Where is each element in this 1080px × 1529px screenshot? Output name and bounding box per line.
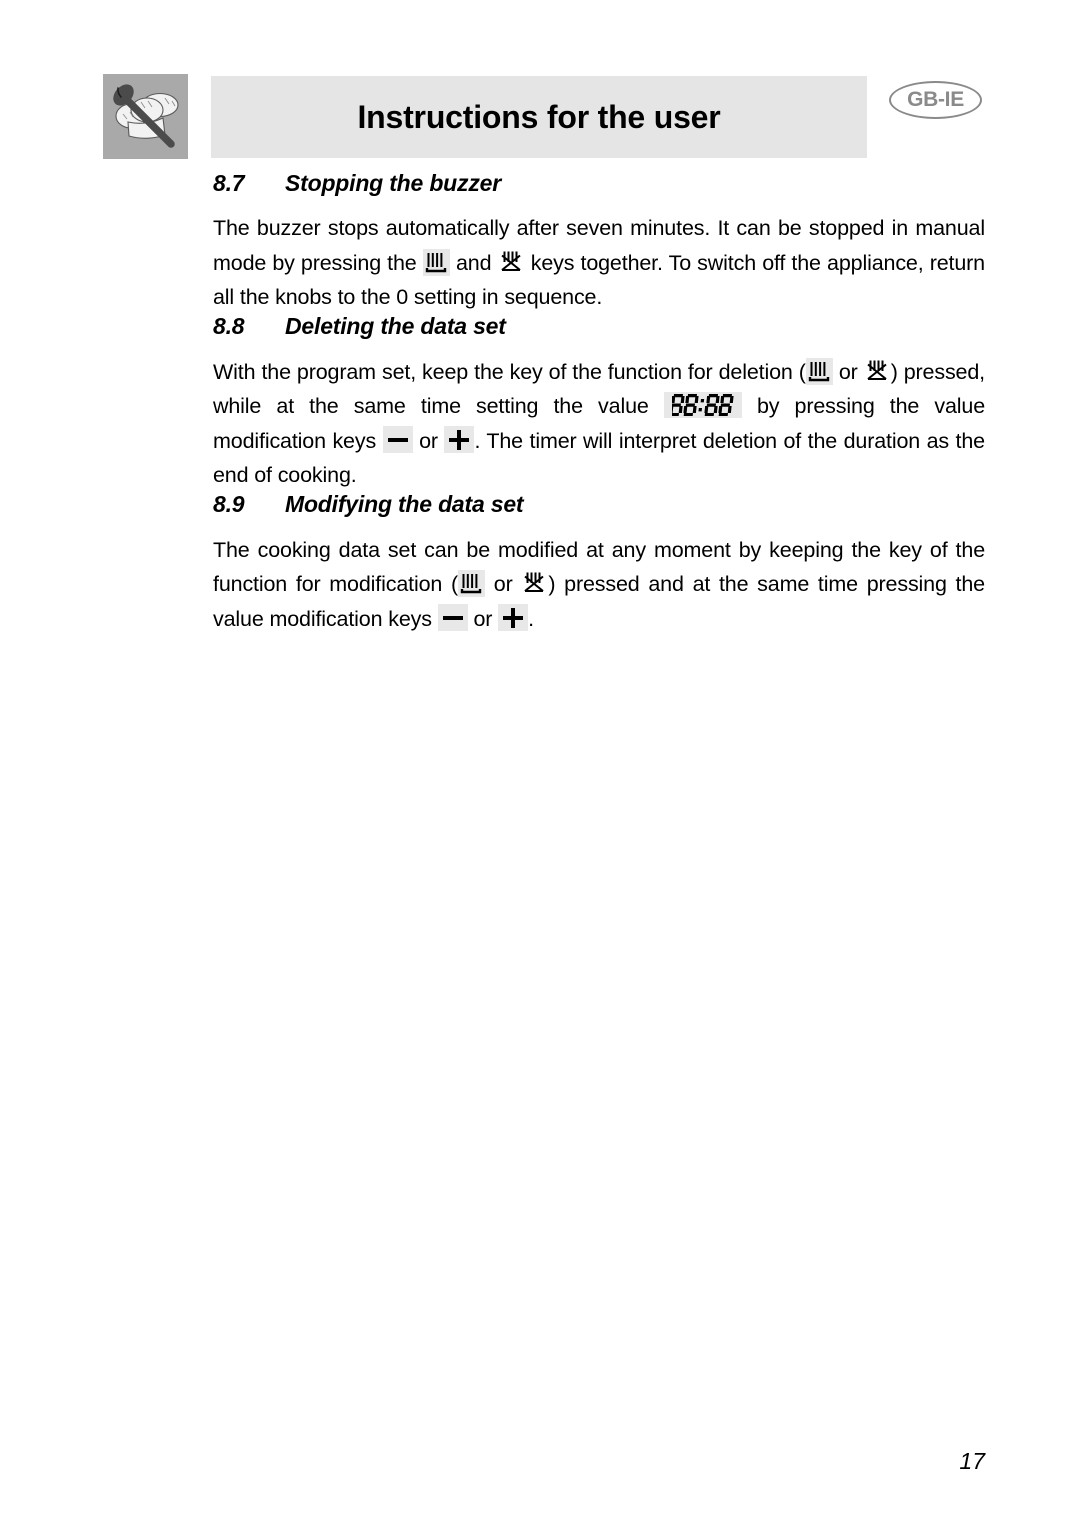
section-title-8-7: Stopping the buzzer bbox=[285, 170, 501, 196]
page-title: Instructions for the user bbox=[357, 99, 721, 135]
section-body-8-7: The buzzer stops automatically after sev… bbox=[213, 211, 985, 315]
minus-key-icon bbox=[382, 425, 413, 453]
section-body-8-9: The cooking data set can be modified at … bbox=[213, 533, 985, 637]
section-heading-8-8: 8.8 Deleting the data set bbox=[213, 312, 985, 339]
bottom-heating-element-icon bbox=[422, 248, 450, 276]
section-heading-8-7: 8.7 Stopping the buzzer bbox=[213, 172, 985, 195]
body-text-run: or bbox=[467, 606, 499, 631]
body-text-run: or bbox=[832, 359, 864, 384]
bottom-heating-element-icon bbox=[805, 357, 833, 385]
section-heading-8-9: 8.9 Modifying the data set bbox=[213, 490, 985, 517]
fan-grill-element-icon bbox=[498, 249, 525, 276]
page-number: 17 bbox=[959, 1448, 985, 1474]
body-text-run: . bbox=[528, 606, 534, 631]
header-title-bar: Instructions for the user bbox=[211, 76, 867, 158]
plus-key-icon bbox=[444, 425, 475, 453]
body-text-run: or bbox=[485, 572, 522, 596]
bottom-heating-element-icon bbox=[458, 570, 485, 597]
lcd-timer-display bbox=[663, 392, 742, 418]
plus-key-icon bbox=[498, 603, 529, 631]
language-badge: GB-IE bbox=[889, 81, 984, 121]
section-number-8-9: 8.9 bbox=[213, 490, 245, 517]
minus-key-icon bbox=[437, 603, 468, 631]
page-header: Instructions for the user GB-IE bbox=[0, 0, 1080, 175]
body-text-run: and bbox=[449, 250, 498, 275]
fan-grill-element-icon bbox=[864, 358, 891, 385]
document-content: 8.7 Stopping the buzzer The buzzer stops… bbox=[213, 172, 985, 636]
section-title-8-9: Modifying the data set bbox=[285, 490, 524, 517]
language-badge-label: GB-IE bbox=[907, 88, 964, 111]
body-text-run: or bbox=[412, 428, 445, 453]
section-number-8-7: 8.7 bbox=[213, 170, 245, 196]
section-body-8-8: With the program set, keep the key of th… bbox=[213, 355, 985, 493]
body-text-run: With the program set, keep the key of th… bbox=[213, 359, 806, 384]
section-number-8-8: 8.8 bbox=[213, 312, 245, 339]
section-title-8-8: Deleting the data set bbox=[285, 312, 506, 339]
chef-hat-and-spoon-icon bbox=[103, 74, 188, 159]
fan-grill-element-icon bbox=[521, 570, 548, 597]
